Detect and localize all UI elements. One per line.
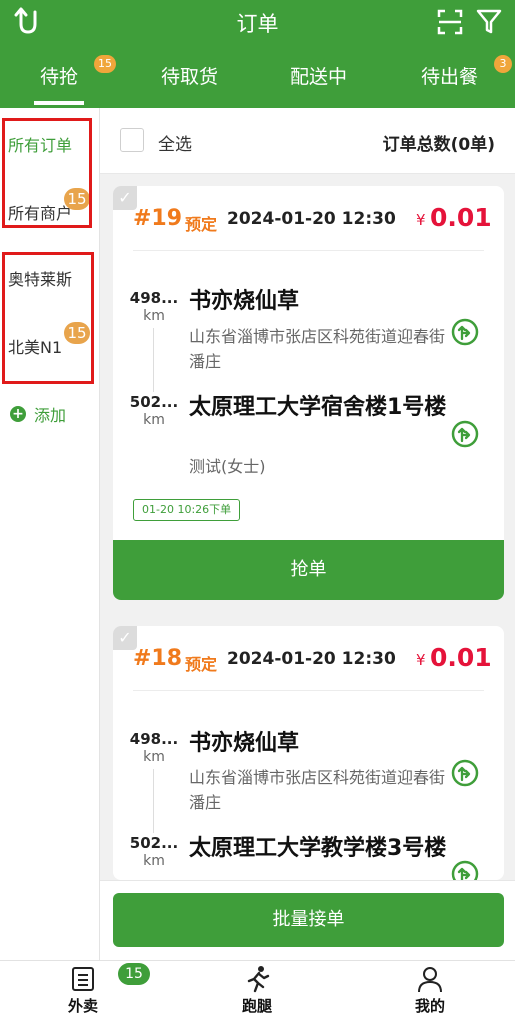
divider [133,250,484,251]
scan-icon[interactable] [436,8,464,36]
dropoff-distance: 502... km [129,834,179,869]
nav-takeout-label: 外卖 [67,997,98,1015]
navigate-icon[interactable] [451,318,479,346]
dropoff-contact: 测试(女士) [189,457,266,476]
profile-icon [418,967,442,993]
order-tag: 预定 [185,655,218,674]
order-time: 2024-01-20 12:30 [227,649,396,669]
bottom-nav: 外卖 15 跑腿 我的 [0,960,515,1024]
pickup-distance: 498... km [129,289,179,324]
price-currency: ¥ [416,651,426,669]
navigate-icon[interactable] [451,420,479,448]
pickup-name: 书亦烧仙草 [189,731,300,756]
runner-icon [247,966,270,993]
highlight-box [2,118,92,228]
order-number: #18 [133,646,183,671]
plus-icon: + [10,406,26,422]
takeout-icon [72,967,94,991]
filter-icon[interactable] [476,8,502,36]
tab-pending-grab[interactable]: 待抢 [33,62,85,105]
select-all-checkbox[interactable] [120,128,144,152]
order-card: ✓ #18 预定 2024-01-20 12:30 ¥ 0.01 498... … [113,626,504,880]
merchant-sidebar: 所有订单 所有商户 15 奥特莱斯 北美N1 15 + 添加 [0,108,100,960]
highlight-box [2,252,94,384]
tab-awaiting-meal[interactable]: 待出餐 [421,62,478,89]
pickup-address: 山东省淄博市张店区科苑街道迎春街潘庄 [189,768,446,812]
order-placed-time: 01-20 10:26下单 [133,499,241,521]
nav-profile[interactable]: 我的 [405,965,455,1023]
nav-takeout-badge: 15 [118,963,150,985]
select-all-label[interactable]: 全选 [158,130,192,155]
select-bar: 全选 订单总数(0单) [100,108,515,174]
nav-profile-label: 我的 [414,997,445,1015]
pickup-name: 书亦烧仙草 [189,289,300,314]
top-bar: 订单 待抢 15 待取货 配送中 待出餐 3 [0,0,515,108]
tab-awaiting-meal-badge: 3 [494,55,512,73]
order-card: ✓ #19 预定 2024-01-20 12:30 ¥ 0.01 498... … [113,186,504,600]
nav-takeout[interactable]: 外卖 [58,965,108,1016]
order-price: 0.01 [430,203,492,232]
navigate-icon[interactable] [451,759,479,787]
order-tag: 预定 [185,215,218,234]
route-line [153,769,154,833]
pickup-address: 山东省淄博市张店区科苑街道迎春街潘庄 [189,327,446,371]
tab-pending-grab-badge: 15 [94,55,116,73]
batch-accept-bar: 批量接单 [100,880,515,960]
pickup-distance: 498... km [129,730,179,765]
dropoff-name: 太原理工大学教学楼3号楼 [189,836,447,861]
add-label: 添加 [34,406,67,425]
divider [133,690,484,691]
grab-order-button[interactable]: 抢单 [113,540,504,600]
nav-errand-label: 跑腿 [241,997,272,1015]
order-total: 订单总数(0单) [382,135,495,155]
tab-delivering[interactable]: 配送中 [290,62,347,89]
tab-pending-pickup[interactable]: 待取货 [161,62,218,89]
route-line [153,328,154,392]
nav-errand[interactable]: 跑腿 [232,965,282,1016]
price-currency: ¥ [416,211,426,229]
batch-accept-button[interactable]: 批量接单 [113,893,504,947]
order-time: 2024-01-20 12:30 [227,209,396,229]
navigate-icon[interactable] [451,860,479,880]
dropoff-distance: 502... km [129,393,179,428]
order-number: #19 [133,206,183,231]
dropoff-name: 太原理工大学宿舍楼1号楼 [189,395,447,420]
add-merchant-button[interactable]: + 添加 [10,402,66,426]
order-price: 0.01 [430,643,492,672]
